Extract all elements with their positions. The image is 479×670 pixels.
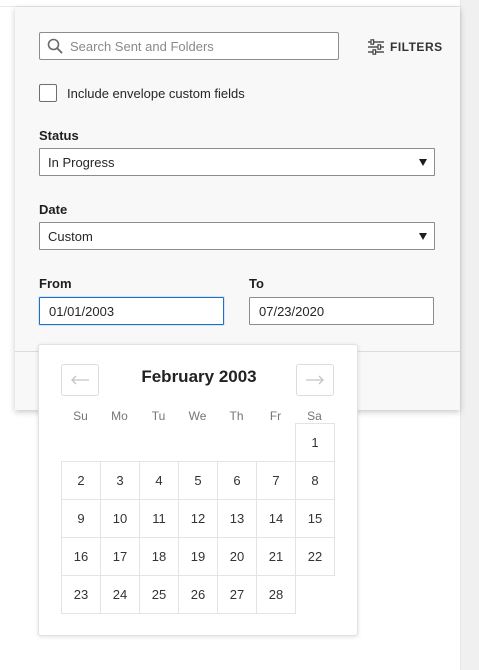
weekday-label: Tu — [151, 409, 166, 423]
date-label: Date — [39, 202, 68, 217]
weekday-label: We — [188, 409, 207, 423]
right-gutter — [460, 0, 479, 670]
calendar-day[interactable]: 20 — [217, 537, 257, 576]
weekday-label: Sa — [307, 409, 322, 423]
calendar-day[interactable]: 6 — [217, 461, 257, 500]
calendar-day[interactable]: 4 — [139, 461, 179, 500]
calendar-day[interactable]: 13 — [217, 499, 257, 538]
weekday-label: Fr — [269, 409, 282, 423]
calendar-day[interactable]: 23 — [61, 575, 101, 614]
weekday-label: Su — [73, 409, 88, 423]
date-select[interactable]: Custom — [39, 222, 435, 250]
calendar-day[interactable]: 21 — [256, 537, 296, 576]
calendar-day[interactable]: 19 — [178, 537, 218, 576]
status-value: In Progress — [48, 154, 115, 170]
calendar-day[interactable]: 2 — [61, 461, 101, 500]
to-label: To — [249, 276, 264, 291]
calendar-day[interactable]: 18 — [139, 537, 179, 576]
calendar-day[interactable]: 5 — [178, 461, 218, 500]
calendar-day[interactable]: 16 — [61, 537, 101, 576]
include-custom-fields-checkbox[interactable] — [39, 84, 57, 102]
status-select[interactable]: In Progress — [39, 148, 435, 176]
filters-button[interactable]: FILTERS — [367, 37, 443, 57]
from-label: From — [39, 276, 72, 291]
next-month-button[interactable] — [296, 364, 334, 396]
calendar-day[interactable]: 24 — [100, 575, 140, 614]
search-box[interactable] — [39, 32, 339, 60]
calendar-day[interactable]: 17 — [100, 537, 140, 576]
calendar-day[interactable]: 1 — [295, 423, 335, 462]
weekday-label: Th — [229, 409, 244, 423]
date-value: Custom — [48, 228, 93, 244]
calendar-day[interactable]: 26 — [178, 575, 218, 614]
to-date-value: 07/23/2020 — [259, 303, 325, 319]
include-custom-fields-label: Include envelope custom fields — [67, 85, 245, 101]
calendar-day[interactable]: 15 — [295, 499, 335, 538]
calendar-day[interactable]: 7 — [256, 461, 296, 500]
search-icon — [47, 38, 63, 54]
calendar-day[interactable]: 3 — [100, 461, 140, 500]
sliders-icon — [368, 39, 384, 55]
chevron-down-icon — [419, 233, 427, 240]
calendar-day[interactable]: 27 — [217, 575, 257, 614]
date-picker-calendar: February 2003 Su Mo Tu We Th Fr Sa 1 2 3 4 5 6 7 8 9 10… — [38, 344, 358, 636]
calendar-day[interactable]: 14 — [256, 499, 296, 538]
arrow-right-icon — [306, 375, 324, 385]
to-date-input[interactable]: 07/23/2020 — [249, 297, 434, 325]
calendar-day[interactable]: 28 — [256, 575, 296, 614]
calendar-day[interactable]: 22 — [295, 537, 335, 576]
filters-label: FILTERS — [390, 40, 443, 54]
calendar-day[interactable]: 10 — [100, 499, 140, 538]
from-date-input[interactable]: 01/01/2003 — [39, 297, 224, 325]
calendar-day[interactable]: 9 — [61, 499, 101, 538]
calendar-day[interactable]: 8 — [295, 461, 335, 500]
weekday-label: Mo — [111, 409, 128, 423]
from-date-value: 01/01/2003 — [49, 303, 115, 319]
calendar-day[interactable]: 12 — [178, 499, 218, 538]
chevron-down-icon — [419, 159, 427, 166]
calendar-day[interactable]: 25 — [139, 575, 179, 614]
status-label: Status — [39, 128, 79, 143]
include-custom-fields-row[interactable]: Include envelope custom fields — [39, 84, 245, 102]
search-input[interactable] — [70, 38, 320, 54]
calendar-day[interactable]: 11 — [139, 499, 179, 538]
